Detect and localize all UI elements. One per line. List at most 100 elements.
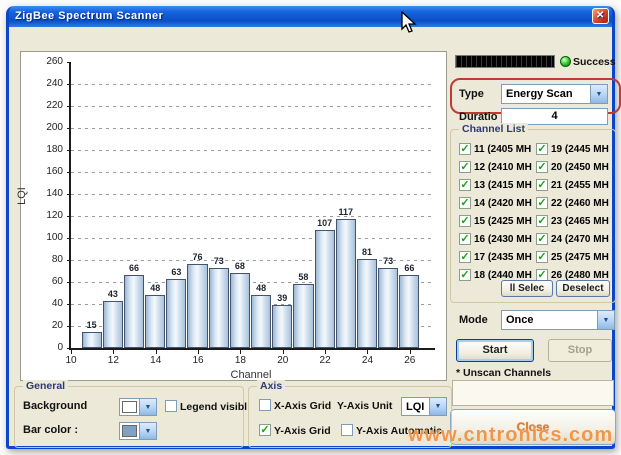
channel-list-item: ✓16 (2430 MH (459, 230, 532, 248)
channel-label: 22 (2460 MH (551, 198, 609, 209)
y-axis-unit-dropdown[interactable]: LQI ▼ (401, 397, 447, 416)
x-tick-label: 20 (268, 355, 298, 366)
channel-label: 18 (2440 MH (474, 270, 532, 281)
bar (251, 295, 271, 348)
chevron-down-icon[interactable]: ▼ (139, 399, 156, 415)
bar-color-label: Bar color : (23, 424, 78, 436)
channel-checkbox[interactable]: ✓ (536, 179, 548, 191)
channel-checkbox[interactable]: ✓ (459, 269, 471, 281)
channel-label: 26 (2480 MH (551, 270, 609, 281)
y-gridline (71, 172, 431, 173)
select-all-button[interactable]: ll Selec (501, 280, 553, 297)
bar (315, 230, 335, 348)
mode-label: Mode (459, 314, 488, 326)
channel-checkbox[interactable]: ✓ (459, 143, 471, 155)
background-color-swatch (122, 401, 137, 413)
x-tick-mark (156, 350, 157, 354)
bar (145, 295, 165, 348)
bar (166, 279, 186, 348)
channel-list-item: ✓24 (2470 MH (536, 230, 609, 248)
x-axis-grid-label: X-Axis Grid (274, 400, 331, 412)
stop-button[interactable]: Stop (548, 339, 612, 362)
channel-label: 24 (2470 MH (551, 234, 609, 245)
y-tick-label: 0 (27, 342, 63, 353)
x-tick-label: 22 (310, 355, 340, 366)
channel-list-item: ✓21 (2455 MH (536, 176, 609, 194)
channel-list-item: ✓25 (2475 MH (536, 248, 609, 266)
axis-group-title: Axis (257, 380, 285, 392)
general-group-title: General (23, 380, 68, 392)
y-gridline (71, 150, 431, 151)
channel-list-item: ✓15 (2425 MH (459, 212, 532, 230)
type-dropdown[interactable]: Energy Scan ▼ (501, 84, 608, 104)
y-gridline (71, 106, 431, 107)
y-tick-label: 40 (27, 298, 63, 309)
channel-checkbox[interactable]: ✓ (459, 161, 471, 173)
y-gridline (71, 84, 431, 85)
channel-checkbox[interactable]: ✓ (536, 197, 548, 209)
channel-checkbox[interactable]: ✓ (459, 251, 471, 263)
chevron-down-icon[interactable]: ▼ (139, 423, 156, 439)
channel-checkbox[interactable]: ✓ (459, 179, 471, 191)
channel-checkbox[interactable]: ✓ (536, 143, 548, 155)
channel-list-item: ✓23 (2465 MH (536, 212, 609, 230)
chevron-down-icon[interactable]: ▼ (597, 311, 614, 329)
bar-value-label: 66 (394, 263, 424, 273)
app-window: ZigBee Spectrum Scanner ✕ LQI 0204060801… (6, 6, 615, 449)
y-axis-grid-checkbox[interactable]: ✓ (259, 424, 271, 436)
y-tick-label: 220 (27, 100, 63, 111)
close-icon[interactable]: ✕ (592, 8, 609, 24)
y-tick-label: 120 (27, 210, 63, 221)
scan-progress-bar (455, 55, 555, 68)
channel-checkbox[interactable]: ✓ (459, 233, 471, 245)
channel-list-item: ✓17 (2435 MH (459, 248, 532, 266)
y-axis-grid-label: Y-Axis Grid (274, 425, 331, 437)
chevron-down-icon[interactable]: ▼ (590, 85, 607, 103)
x-axis-grid-checkbox[interactable] (259, 399, 271, 411)
y-axis-automatic-checkbox[interactable] (341, 424, 353, 436)
channel-label: 15 (2425 MH (474, 216, 532, 227)
channel-column-right: ✓19 (2445 MH✓20 (2450 MH✓21 (2455 MH✓22 … (536, 140, 609, 284)
y-axis-unit-value: LQI (402, 401, 429, 413)
background-color-dropdown[interactable]: ▼ (119, 398, 157, 416)
channel-label: 13 (2415 MH (474, 180, 532, 191)
channel-checkbox[interactable]: ✓ (459, 197, 471, 209)
legend-visible-checkbox[interactable] (165, 400, 177, 412)
chevron-down-icon[interactable]: ▼ (429, 398, 446, 415)
x-tick-label: 12 (98, 355, 128, 366)
channel-label: 23 (2465 MH (551, 216, 609, 227)
y-tick-label: 60 (27, 276, 63, 287)
title-bar[interactable]: ZigBee Spectrum Scanner ✕ (9, 6, 612, 27)
channel-label: 25 (2475 MH (551, 252, 609, 263)
channel-checkbox[interactable]: ✓ (536, 161, 548, 173)
channel-list-item: ✓13 (2415 MH (459, 176, 532, 194)
success-indicator-icon (560, 56, 571, 67)
y-tick-label: 20 (27, 320, 63, 331)
channel-list-item: ✓19 (2445 MH (536, 140, 609, 158)
y-gridline (71, 194, 431, 195)
y-tick-label: 100 (27, 232, 63, 243)
bar (103, 301, 123, 348)
channel-checkbox[interactable]: ✓ (459, 215, 471, 227)
channel-checkbox[interactable]: ✓ (536, 233, 548, 245)
x-tick-label: 16 (183, 355, 213, 366)
channel-checkbox[interactable]: ✓ (536, 215, 548, 227)
start-button[interactable]: Start (456, 339, 534, 362)
deselect-button[interactable]: Deselect (556, 280, 610, 297)
bar-value-label: 117 (331, 207, 361, 217)
x-tick-mark (71, 350, 72, 354)
duration-label: Duratio (459, 111, 498, 123)
bar-value-label: 48 (246, 283, 276, 293)
channel-label: 16 (2430 MH (474, 234, 532, 245)
unscan-channels-box (452, 380, 614, 406)
channel-label: 12 (2410 MH (474, 162, 532, 173)
bar (399, 275, 419, 348)
spectrum-chart: LQI 020406080100120140160180200220240260… (20, 51, 447, 381)
background-label: Background (23, 400, 87, 412)
bar-color-dropdown[interactable]: ▼ (119, 422, 157, 440)
channel-label: 20 (2450 MH (551, 162, 609, 173)
y-tick-label: 140 (27, 188, 63, 199)
channel-checkbox[interactable]: ✓ (536, 251, 548, 263)
mode-dropdown[interactable]: Once ▼ (501, 310, 615, 330)
channel-list-item: ✓14 (2420 MH (459, 194, 532, 212)
